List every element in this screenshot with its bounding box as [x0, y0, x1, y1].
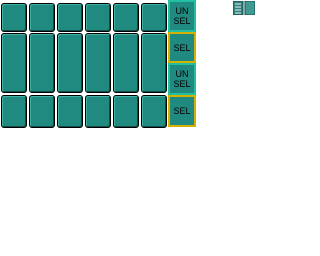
- grid-cell[interactable]: [141, 95, 167, 128]
- grid-cell[interactable]: [141, 33, 167, 93]
- grid-cell[interactable]: [85, 95, 111, 128]
- select-button-1-label: SEL: [173, 42, 191, 53]
- unselect-button-top[interactable]: UN SEL: [168, 0, 196, 32]
- grid-cell[interactable]: [29, 95, 55, 128]
- unselect-button-2[interactable]: UN SEL: [168, 63, 196, 95]
- two-page-icon[interactable]: [233, 1, 255, 15]
- grid-cell[interactable]: [85, 3, 111, 32]
- select-button-2-label: SEL: [173, 106, 191, 116]
- grid-cell[interactable]: [141, 3, 167, 32]
- grid-cell[interactable]: [57, 95, 83, 128]
- grid-cell[interactable]: [57, 33, 83, 93]
- grid-cell[interactable]: [57, 3, 83, 32]
- cell-grid-panel: UN SEL SEL UN SEL SEL: [0, 0, 198, 130]
- select-button-1[interactable]: SEL: [168, 32, 196, 63]
- unselect-button-top-label: UN SEL: [173, 6, 191, 26]
- grid-cell[interactable]: [1, 3, 27, 32]
- select-button-2[interactable]: SEL: [168, 95, 196, 127]
- grid-cell[interactable]: [1, 33, 27, 93]
- grid-cell[interactable]: [113, 3, 139, 32]
- grid-cell[interactable]: [1, 95, 27, 128]
- grid-cell[interactable]: [29, 3, 55, 32]
- grid-cell[interactable]: [29, 33, 55, 93]
- grid-cell[interactable]: [113, 33, 139, 93]
- grid-cell[interactable]: [113, 95, 139, 128]
- unselect-button-2-label: UN SEL: [173, 69, 191, 89]
- grid-cell[interactable]: [85, 33, 111, 93]
